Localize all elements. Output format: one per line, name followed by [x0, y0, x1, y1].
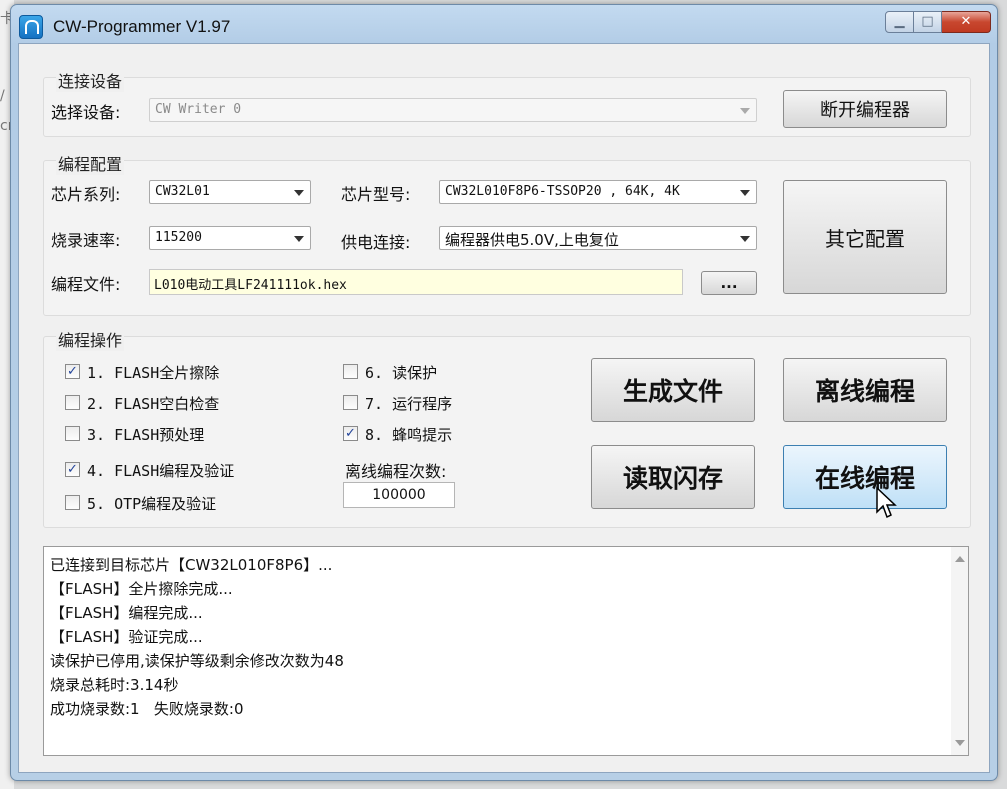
client-area: 连接设备 选择设备: CW Writer 0 断开编程器 编程配置 芯片系列: …	[18, 43, 990, 773]
close-button[interactable]: ✕	[942, 11, 991, 33]
chevron-down-icon	[740, 236, 750, 242]
power-select[interactable]: 编程器供电5.0V,上电复位	[439, 226, 757, 250]
op-label-flash-blank-check: 2. FLASH空白检查	[87, 395, 220, 413]
chip-series-value: CW32L01	[155, 184, 210, 199]
window-title: CW-Programmer V1.97	[53, 17, 231, 36]
checkbox-flash-blank-check[interactable]	[65, 395, 80, 410]
log-line: 读保护已停用,读保护等级剩余修改次数为48	[50, 652, 344, 670]
program-file-input[interactable]: L010电动工具LF241111ok.hex	[149, 269, 683, 295]
baud-select[interactable]: 115200	[149, 226, 311, 250]
background-fragment: /	[0, 88, 5, 104]
checkbox-read-protect[interactable]	[343, 364, 358, 379]
maximize-icon: □	[921, 14, 934, 29]
check-icon: ✓	[67, 364, 78, 379]
power-label: 供电连接:	[341, 233, 411, 252]
checkbox-buzzer[interactable]: ✓	[343, 426, 358, 441]
log-lines: 已连接到目标芯片【CW32L010F8P6】... 【FLASH】全片擦除完成.…	[50, 553, 344, 721]
app-icon	[19, 15, 43, 39]
baud-label: 烧录速率:	[51, 231, 121, 250]
chip-model-select[interactable]: CW32L010F8P6-TSSOP20 , 64K, 4K	[439, 180, 757, 204]
select-device-label: 选择设备:	[51, 103, 121, 122]
minimize-button[interactable]: ▁	[885, 11, 914, 33]
check-icon: ✓	[67, 462, 78, 477]
chip-model-label: 芯片型号:	[341, 185, 411, 204]
chevron-down-icon	[294, 190, 304, 196]
chip-series-select[interactable]: CW32L01	[149, 180, 311, 204]
log-line: 【FLASH】全片擦除完成...	[50, 580, 233, 598]
other-config-button[interactable]: 其它配置	[783, 180, 947, 294]
log-line: 【FLASH】编程完成...	[50, 604, 203, 622]
checkbox-flash-program-verify[interactable]: ✓	[65, 462, 80, 477]
op-label-read-protect: 6. 读保护	[365, 364, 438, 382]
connect-group-title: 连接设备	[56, 68, 125, 92]
op-label-flash-program-verify: 4. FLASH编程及验证	[87, 462, 235, 480]
generate-file-button[interactable]: 生成文件	[591, 358, 755, 422]
checkbox-otp-program-verify[interactable]	[65, 495, 80, 510]
program-file-value: L010电动工具LF241111ok.hex	[154, 278, 347, 293]
check-icon: ✓	[345, 426, 356, 441]
chevron-down-icon	[740, 108, 750, 114]
log-output[interactable]: 已连接到目标芯片【CW32L010F8P6】... 【FLASH】全片擦除完成.…	[43, 546, 969, 756]
file-label: 编程文件:	[51, 275, 121, 294]
log-line: 【FLASH】验证完成...	[50, 628, 203, 646]
checkbox-flash-preprocess[interactable]	[65, 426, 80, 441]
op-label-buzzer: 8. 蜂鸣提示	[365, 426, 453, 444]
device-value: CW Writer 0	[155, 102, 242, 117]
log-line: 已连接到目标芯片【CW32L010F8P6】...	[50, 556, 333, 574]
op-label-run-program: 7. 运行程序	[365, 395, 453, 413]
log-line: 烧录总耗时:3.14秒	[50, 676, 179, 694]
device-select[interactable]: CW Writer 0	[149, 98, 757, 122]
config-group-title: 编程配置	[56, 151, 125, 175]
caption-buttons: ▁ □ ✕	[885, 11, 991, 33]
offline-program-button[interactable]: 离线编程	[783, 358, 947, 422]
minimize-icon: ▁	[894, 14, 905, 29]
scroll-up-icon[interactable]	[955, 556, 965, 562]
scroll-down-icon[interactable]	[955, 740, 965, 746]
checkbox-flash-erase[interactable]: ✓	[65, 364, 80, 379]
op-label-flash-erase: 1. FLASH全片擦除	[87, 364, 220, 382]
offline-count-input[interactable]: 100000	[343, 482, 455, 508]
checkbox-run-program[interactable]	[343, 395, 358, 410]
operations-group-title: 编程操作	[56, 327, 125, 351]
read-flash-button[interactable]: 读取闪存	[591, 445, 755, 509]
log-scrollbar[interactable]	[951, 547, 968, 755]
close-icon: ✕	[960, 14, 972, 29]
chevron-down-icon	[740, 190, 750, 196]
chevron-down-icon	[294, 236, 304, 242]
mouse-pointer-icon	[876, 486, 897, 519]
chip-model-value: CW32L010F8P6-TSSOP20 , 64K, 4K	[445, 184, 680, 199]
baud-value: 115200	[155, 230, 202, 245]
chip-series-label: 芯片系列:	[51, 185, 121, 204]
browse-button[interactable]: ...	[701, 271, 757, 295]
disconnect-button[interactable]: 断开编程器	[783, 90, 947, 128]
programmer-window: CW-Programmer V1.97 ▁ □ ✕ 连接设备 选择设备: CW …	[10, 4, 998, 781]
offline-count-label: 离线编程次数:	[345, 462, 447, 481]
power-value: 编程器供电5.0V,上电复位	[445, 231, 619, 249]
title-bar[interactable]: CW-Programmer V1.97 ▁ □ ✕	[11, 5, 997, 43]
online-program-button[interactable]: 在线编程	[783, 445, 947, 509]
maximize-button[interactable]: □	[914, 11, 942, 33]
op-label-otp-program-verify: 5. OTP编程及验证	[87, 495, 217, 513]
op-label-flash-preprocess: 3. FLASH预处理	[87, 426, 205, 444]
log-line: 成功烧录数:1 失败烧录数:0	[50, 700, 244, 718]
